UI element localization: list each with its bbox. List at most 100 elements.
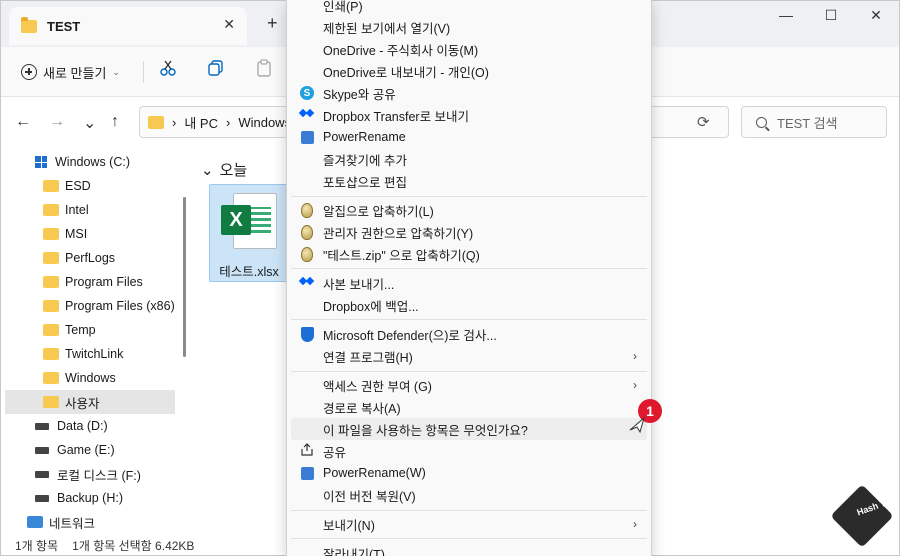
menu-divider	[291, 319, 647, 320]
menu-item-dropbox-backup[interactable]: Dropbox에 백업...	[291, 294, 647, 316]
sidebar-item-windows[interactable]: Windows	[1, 366, 175, 390]
sidebar-item-label: Data (D:)	[57, 419, 108, 433]
menu-item-onedrive-export[interactable]: OneDrive로 내보내기 - 개인(O)	[291, 60, 647, 82]
tab-test[interactable]: TEST ✕	[9, 7, 247, 45]
refresh-button[interactable]: ⟳	[697, 113, 710, 131]
close-button[interactable]: ✕	[861, 7, 891, 29]
item-count: 1개 항목	[15, 538, 59, 553]
sidebar-item-label: Intel	[65, 203, 89, 217]
sidebar-item-label: Backup (H:)	[57, 491, 123, 505]
sidebar-scrollbar[interactable]	[183, 197, 186, 357]
menu-item-alzip-admin[interactable]: 관리자 권한으로 압축하기(Y)	[291, 221, 647, 243]
sidebar-item-temp[interactable]: Temp	[1, 318, 175, 342]
sidebar-item-drive-c[interactable]: Windows (C:)	[1, 150, 175, 174]
chevron-down-icon: ⌄	[112, 66, 120, 77]
cursor-pointer-icon	[629, 416, 645, 434]
drive-icon	[35, 494, 49, 502]
folder-icon	[43, 204, 59, 216]
menu-item-defender-scan[interactable]: Microsoft Defender(으)로 검사...	[291, 323, 647, 345]
sidebar-item-drive-e[interactable]: Game (E:)	[1, 438, 175, 462]
menu-item-open-with[interactable]: 연결 프로그램(H) ›	[291, 345, 647, 367]
menu-item-compress-zip[interactable]: "테스트.zip" 으로 압축하기(Q)	[291, 243, 647, 265]
recent-locations-button[interactable]: ⌄	[83, 113, 96, 133]
sidebar-item-drive-f[interactable]: 로컬 디스크 (F:)	[1, 462, 175, 486]
divider	[143, 61, 144, 83]
sidebar-item-program-files-x86[interactable]: Program Files (x86)	[1, 294, 175, 318]
new-button[interactable]: 새로 만들기 ⌄	[21, 59, 120, 85]
sidebar-item-label: TwitchLink	[65, 347, 124, 361]
sidebar-item-intel[interactable]: Intel	[1, 198, 175, 222]
cut-icon[interactable]	[157, 59, 179, 81]
sidebar-item-label: 로컬 디스크 (F:)	[57, 468, 141, 483]
sidebar-item-twitchlink[interactable]: TwitchLink	[1, 342, 175, 366]
powerrename-icon	[300, 466, 314, 480]
new-tab-button[interactable]: +	[267, 13, 278, 34]
menu-item-open-protected[interactable]: 제한된 보기에서 열기(V)	[291, 16, 647, 38]
sidebar-item-program-files[interactable]: Program Files	[1, 270, 175, 294]
menu-item-send-copy[interactable]: 사본 보내기...	[291, 272, 647, 294]
maximize-button[interactable]: ☐	[816, 7, 846, 29]
search-box[interactable]: TEST 검색	[741, 106, 887, 138]
file-item-xlsx[interactable]: X 테스트.xlsx	[209, 184, 289, 282]
sidebar-item-label: Program Files	[65, 275, 143, 289]
drive-icon	[35, 446, 49, 454]
selection-info: 1개 항목 선택함 6.42KB	[72, 538, 195, 553]
menu-item-print[interactable]: 인쇄(P)	[291, 0, 647, 16]
sidebar-item-label: MSI	[65, 227, 88, 241]
sidebar-item-network[interactable]: 네트워크	[1, 510, 175, 534]
new-button-label: 새로 만들기	[43, 65, 107, 81]
menu-item-powerrename-w[interactable]: PowerRename(W)	[291, 462, 647, 484]
menu-item-alzip-compress[interactable]: 알집으로 압축하기(L)	[291, 199, 647, 221]
alzip-icon	[301, 202, 313, 218]
share-icon	[300, 442, 314, 460]
sidebar-item-msi[interactable]: MSI	[1, 222, 175, 246]
sidebar-item-label: Game (E:)	[57, 443, 115, 457]
menu-item-powerrename[interactable]: PowerRename	[291, 126, 647, 148]
menu-item-cut[interactable]: 잘라내기(T)	[291, 542, 647, 556]
menu-item-add-favorites[interactable]: 즐겨찾기에 추가	[291, 148, 647, 170]
menu-item-onedrive-move[interactable]: OneDrive - 주식회사 이동(M)	[291, 38, 647, 60]
menu-item-copy-path[interactable]: 경로로 복사(A)	[291, 396, 647, 418]
sidebar-item-drive-d[interactable]: Data (D:)	[1, 414, 175, 438]
chevron-right-icon: ›	[633, 349, 637, 363]
alzip-icon	[301, 246, 313, 262]
menu-item-skype-share[interactable]: S Skype와 공유	[291, 82, 647, 104]
folder-icon	[43, 372, 59, 384]
plus-icon	[21, 64, 37, 80]
folder-icon	[148, 115, 164, 129]
sidebar-item-perflogs[interactable]: PerfLogs	[1, 246, 175, 270]
alzip-admin-icon	[301, 224, 313, 240]
sidebar-item-users[interactable]: 사용자	[5, 390, 175, 414]
context-menu: 인쇄(P) 제한된 보기에서 열기(V) OneDrive - 주식회사 이동(…	[286, 0, 652, 556]
forward-button[interactable]: →	[49, 113, 65, 131]
file-name: 테스트.xlsx	[219, 265, 279, 279]
up-button[interactable]: ↑	[111, 113, 119, 131]
menu-item-dropbox-transfer[interactable]: Dropbox Transfer로 보내기	[291, 104, 647, 126]
sidebar-item-label: Windows (C:)	[55, 155, 131, 169]
chevron-right-icon: ›	[633, 517, 637, 531]
menu-divider	[291, 196, 647, 197]
folder-icon	[43, 228, 59, 240]
menu-item-share[interactable]: 공유	[291, 440, 647, 462]
menu-item-photoshop-edit[interactable]: 포토샵으로 편집	[291, 170, 647, 192]
menu-item-send-to[interactable]: 보내기(N) ›	[291, 513, 647, 535]
breadcrumb-this-pc[interactable]: 내 PC	[184, 113, 218, 132]
folder-icon	[43, 252, 59, 264]
drive-icon	[35, 422, 49, 430]
sidebar-item-esd[interactable]: ESD	[1, 174, 175, 198]
minimize-button[interactable]: —	[771, 7, 801, 29]
menu-item-restore-versions[interactable]: 이전 버전 복원(V)	[291, 484, 647, 506]
chevron-right-icon: ›	[633, 378, 637, 392]
tab-close-icon[interactable]: ✕	[223, 16, 235, 33]
menu-item-give-access[interactable]: 액세스 권한 부여 (G) ›	[291, 374, 647, 396]
sidebar-item-drive-h[interactable]: Backup (H:)	[1, 486, 175, 510]
tab-title: TEST	[47, 18, 81, 34]
paste-icon[interactable]	[253, 59, 275, 81]
excel-icon: X	[221, 193, 277, 251]
group-header-today[interactable]: ⌄ 오늘	[201, 159, 247, 180]
menu-item-what-uses-file[interactable]: 이 파일을 사용하는 항목은 무엇인가요?	[291, 418, 647, 440]
copy-icon[interactable]	[205, 59, 227, 81]
breadcrumb-windows[interactable]: Windows	[238, 115, 291, 130]
back-button[interactable]: ←	[15, 113, 31, 131]
sidebar-item-label: 네트워크	[49, 516, 96, 531]
